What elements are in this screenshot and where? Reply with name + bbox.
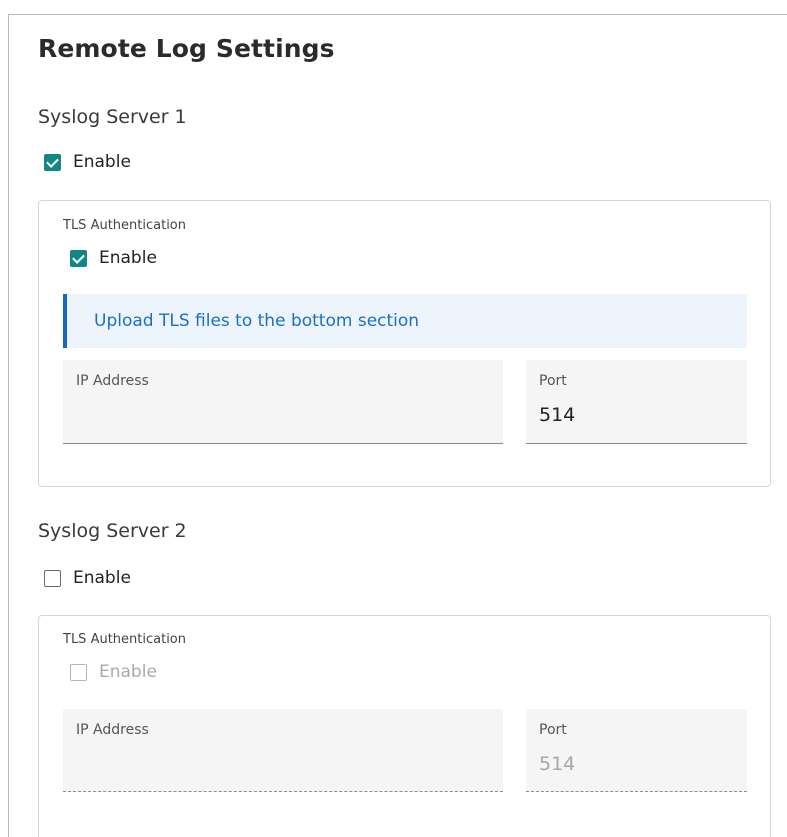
tls-upload-notice: Upload TLS files to the bottom section	[63, 294, 747, 348]
server-1-ip-field[interactable]: IP Address	[63, 360, 503, 444]
server-2-ip-field[interactable]: IP Address	[63, 709, 503, 792]
server-2-tls-card: TLS Authentication Enable IP Address Por…	[38, 615, 771, 837]
server-1-tls-label: TLS Authentication	[63, 218, 186, 233]
checkbox-checked-icon[interactable]	[70, 249, 87, 267]
server-2-tls-enable-checkbox[interactable]: Enable	[70, 662, 157, 682]
server-1-tls-card: TLS Authentication Enable Upload TLS fil…	[38, 200, 771, 487]
server-2-heading: Syslog Server 2	[38, 520, 187, 542]
checkbox-unchecked-icon[interactable]	[44, 569, 61, 587]
server-1-enable-label: Enable	[73, 152, 131, 172]
server-2-enable-checkbox[interactable]: Enable	[44, 568, 131, 588]
server-2-tls-enable-label: Enable	[99, 662, 157, 682]
server-1-enable-checkbox[interactable]: Enable	[44, 152, 131, 172]
server-1-port-field[interactable]: Port 514	[526, 360, 747, 444]
server-1-ip-label: IP Address	[76, 373, 149, 389]
server-2-port-value: 514	[539, 753, 576, 775]
server-2-port-label: Port	[539, 722, 567, 738]
checkbox-checked-icon[interactable]	[44, 153, 61, 171]
server-1-port-value: 514	[539, 404, 576, 426]
server-2-enable-label: Enable	[73, 568, 131, 588]
remote-log-settings-page: Remote Log Settings Syslog Server 1 Enab…	[0, 0, 787, 837]
server-1-heading: Syslog Server 1	[38, 106, 187, 128]
server-2-ip-label: IP Address	[76, 722, 149, 738]
page-title: Remote Log Settings	[38, 34, 335, 63]
server-2-port-field[interactable]: Port 514	[526, 709, 747, 792]
server-2-tls-label: TLS Authentication	[63, 632, 186, 647]
server-1-port-label: Port	[539, 373, 567, 389]
server-1-tls-enable-checkbox[interactable]: Enable	[70, 248, 157, 268]
server-1-tls-enable-label: Enable	[99, 248, 157, 268]
checkbox-disabled-icon[interactable]	[70, 663, 87, 681]
